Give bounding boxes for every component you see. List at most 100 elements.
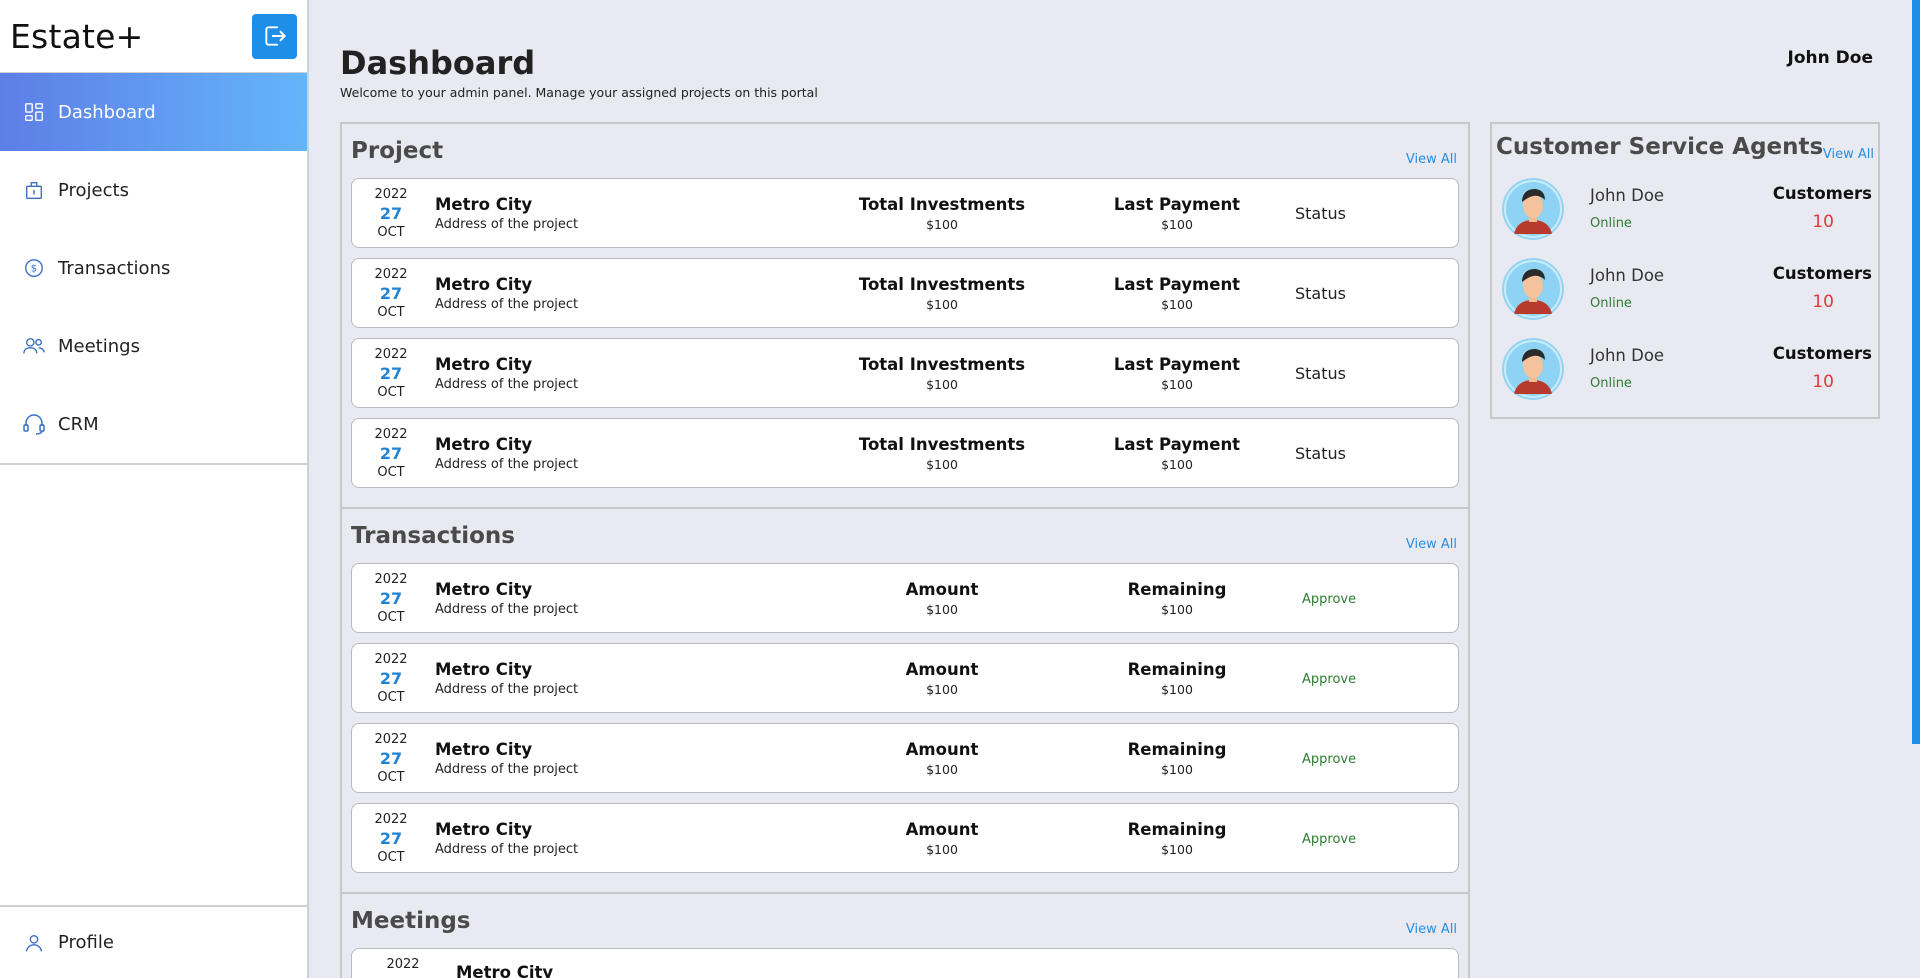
agents-title: Customer Service Agents — [1496, 134, 1824, 160]
agents-view-all-link[interactable]: View All — [1823, 147, 1874, 162]
sidebar-item-transactions[interactable]: $ Transactions — [0, 229, 307, 307]
headset-icon — [22, 412, 46, 436]
project-name: Metro City — [435, 275, 533, 294]
date-badge: 2022 27 OCT — [374, 732, 408, 785]
sidebar-item-label: CRM — [58, 413, 99, 435]
project-address: Address of the project — [435, 217, 579, 232]
project-row[interactable]: 2022 27 OCT Metro City Address of the proj… — [351, 258, 1459, 328]
project-title: Project — [351, 138, 444, 164]
project-row[interactable]: 2022 27 OCT Metro City Address of the proj… — [351, 338, 1459, 408]
agent-name: John Doe — [1590, 186, 1665, 205]
sidebar-item-label: Dashboard — [58, 101, 156, 123]
transactions-view-all-link[interactable]: View All — [1406, 537, 1457, 552]
brand-logo: Estate+ — [10, 16, 144, 56]
agent-name: John Doe — [1590, 346, 1665, 365]
agent-status: Online — [1590, 296, 1632, 311]
customers-label: Customers — [1772, 184, 1872, 203]
project-name: Metro City — [435, 355, 533, 374]
user-icon — [22, 931, 46, 955]
scrollbar[interactable] — [1912, 0, 1920, 744]
customers-count: 10 — [1812, 292, 1834, 312]
sidebar-item-label: Projects — [58, 179, 129, 201]
total-investments: Total Investments $100 — [858, 195, 1026, 232]
meetings-view-all-link[interactable]: View All — [1406, 922, 1457, 937]
user-name[interactable]: John Doe — [1788, 48, 1873, 68]
amount: Amount $100 — [905, 820, 979, 857]
last-payment: Last Payment $100 — [1113, 355, 1241, 392]
project-view-all-link[interactable]: View All — [1406, 152, 1457, 167]
project-name: Metro City — [435, 195, 533, 214]
page-title: Dashboard — [340, 44, 536, 82]
profile-label: Profile — [58, 932, 114, 953]
date-badge: 2022 27 OCT — [374, 652, 408, 705]
total-investments: Total Investments $100 — [858, 275, 1026, 312]
sidebar-item-label: Meetings — [58, 335, 140, 357]
total-investments: Total Investments $100 — [858, 355, 1026, 392]
sidebar: Estate+ Dashboard Projects $ Transaction… — [0, 0, 309, 978]
status-label: Status — [1295, 444, 1346, 463]
project-address: Address of the project — [435, 602, 579, 617]
agents-panel: Customer Service Agents View All John Do… — [1490, 122, 1880, 419]
project-name: Metro City — [435, 660, 533, 679]
project-name: Metro City — [456, 963, 554, 978]
amount: Amount $100 — [905, 740, 979, 777]
approve-button[interactable]: Approve — [1302, 752, 1356, 767]
project-name: Metro City — [435, 580, 533, 599]
meeting-row[interactable]: 2022 Metro City — [351, 948, 1459, 978]
logout-button[interactable] — [252, 13, 297, 59]
meetings-panel: Meetings View All 2022 Metro City — [340, 892, 1470, 978]
project-name: Metro City — [435, 740, 533, 759]
last-payment: Last Payment $100 — [1113, 275, 1241, 312]
status-label: Status — [1295, 364, 1346, 383]
avatar — [1502, 178, 1564, 240]
agent-item[interactable]: John Doe Online Customers 10 — [1502, 338, 1872, 404]
project-address: Address of the project — [435, 762, 579, 777]
project-row[interactable]: 2022 27 OCT Metro City Address of the proj… — [351, 418, 1459, 488]
sidebar-item-dashboard[interactable]: Dashboard — [0, 73, 307, 151]
approve-button[interactable]: Approve — [1302, 672, 1356, 687]
projects-icon — [22, 178, 46, 202]
transaction-row[interactable]: 2022 27 OCT Metro City Address of the proj… — [351, 723, 1459, 793]
amount: Amount $100 — [905, 580, 979, 617]
customers-label: Customers — [1772, 344, 1872, 363]
remaining: Remaining $100 — [1127, 580, 1227, 617]
status-label: Status — [1295, 204, 1346, 223]
last-payment: Last Payment $100 — [1113, 195, 1241, 232]
project-row[interactable]: 2022 27 OCT Metro City Address of the proj… — [351, 178, 1459, 248]
project-address: Address of the project — [435, 297, 579, 312]
remaining: Remaining $100 — [1127, 740, 1227, 777]
sidebar-item-label: Transactions — [58, 257, 171, 279]
meetings-title: Meetings — [351, 908, 471, 934]
main-content: Dashboard Welcome to your admin panel. M… — [309, 0, 1920, 978]
agent-item[interactable]: John Doe Online Customers 10 — [1502, 178, 1872, 244]
total-investments: Total Investments $100 — [858, 435, 1026, 472]
approve-button[interactable]: Approve — [1302, 592, 1356, 607]
brand-bar: Estate+ — [0, 0, 307, 73]
last-payment: Last Payment $100 — [1113, 435, 1241, 472]
sidebar-item-meetings[interactable]: Meetings — [0, 307, 307, 385]
sidebar-item-profile[interactable]: Profile — [0, 905, 307, 978]
page-subtitle: Welcome to your admin panel. Manage your… — [340, 85, 818, 100]
transaction-row[interactable]: 2022 27 OCT Metro City Address of the proj… — [351, 563, 1459, 633]
approve-button[interactable]: Approve — [1302, 832, 1356, 847]
avatar — [1502, 258, 1564, 320]
svg-text:$: $ — [31, 264, 37, 275]
customers-label: Customers — [1772, 264, 1872, 283]
agent-name: John Doe — [1590, 266, 1665, 285]
date-badge: 2022 27 OCT — [374, 812, 408, 865]
sidebar-nav: Dashboard Projects $ Transactions Meetin… — [0, 73, 307, 465]
agent-item[interactable]: John Doe Online Customers 10 — [1502, 258, 1872, 324]
amount: Amount $100 — [905, 660, 979, 697]
agent-status: Online — [1590, 216, 1632, 231]
transaction-row[interactable]: 2022 27 OCT Metro City Address of the proj… — [351, 803, 1459, 873]
sidebar-item-projects[interactable]: Projects — [0, 151, 307, 229]
project-panel: Project View All 2022 27 OCT Metro City Ad… — [340, 122, 1470, 509]
sidebar-item-crm[interactable]: CRM — [0, 385, 307, 463]
project-address: Address of the project — [435, 842, 579, 857]
transactions-panel: Transactions View All 2022 27 OCT Metro Ci… — [340, 507, 1470, 894]
project-address: Address of the project — [435, 682, 579, 697]
transaction-row[interactable]: 2022 27 OCT Metro City Address of the proj… — [351, 643, 1459, 713]
date-badge: 2022 27 OCT — [374, 187, 408, 240]
agent-status: Online — [1590, 376, 1632, 391]
date-badge: 2022 27 OCT — [374, 267, 408, 320]
